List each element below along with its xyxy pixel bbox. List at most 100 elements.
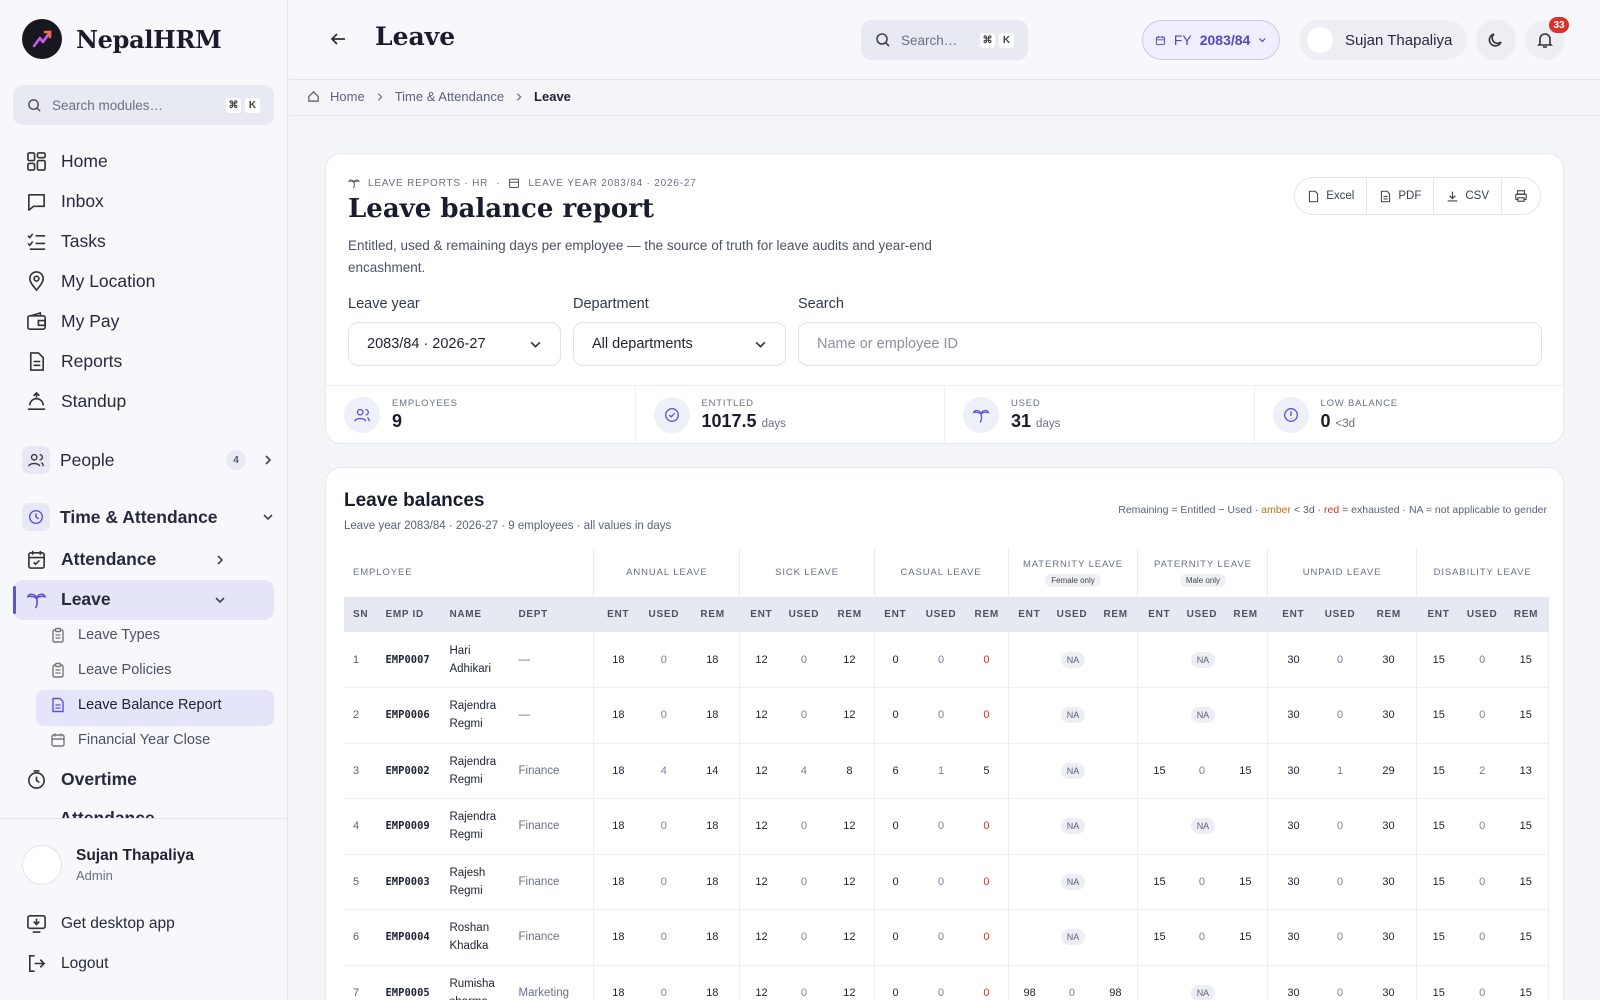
sidebar-item-inbox[interactable]: Inbox xyxy=(26,191,104,212)
cell-annual-used: 0 xyxy=(642,632,686,688)
cell-sick-rem: 12 xyxy=(825,632,875,688)
employee-search-input[interactable] xyxy=(798,322,1542,366)
back-arrow-icon[interactable] xyxy=(329,30,347,48)
table-row[interactable]: 3 EMP0002 Rajendra Regmi Finance 18 4 14 12 4 8 6 1… xyxy=(344,743,1550,799)
sidebar-group-label: Time & Attendance xyxy=(60,506,218,527)
cell-annual-ent: 18 xyxy=(593,854,643,910)
module-search[interactable]: Search modules… ⌘ K xyxy=(13,85,274,125)
cell-paternity-ent: 15 xyxy=(1137,854,1181,910)
table-row[interactable]: 2 EMP0006 Rajendra Regmi —18 0 18 12 0 12 0 0 0 NA NA… xyxy=(344,687,1550,744)
cell-sick-ent: 12 xyxy=(739,632,783,688)
users-icon xyxy=(344,397,380,433)
sidebar-item-label: Overtime xyxy=(61,769,137,789)
theme-toggle-button[interactable] xyxy=(1476,20,1516,60)
sidebar-item-label: Leave xyxy=(61,589,111,609)
sidebar-group-people[interactable]: People 4 xyxy=(22,446,274,474)
table-row[interactable]: 6 EMP0004 Roshan Khadka Finance 18 0 18 12 0 12 0 0… xyxy=(344,909,1550,966)
table-row[interactable]: 5 EMP0003 Rajesh Regmi Finance 18 0 18 12 0 12 0 0 0… xyxy=(344,854,1550,910)
sidebar-subitem-financial-year-close[interactable]: Financial Year Close xyxy=(50,732,210,748)
cell-annual-ent: 18 xyxy=(593,632,643,688)
group-sick-leave: SICK LEAVE xyxy=(739,548,875,597)
group-employee: EMPLOYEE xyxy=(344,548,595,597)
table-row[interactable]: 7EMP0005Rumisha sharmaMarketing180181201… xyxy=(344,965,1550,1000)
col-rem: REM xyxy=(1361,597,1417,632)
cell-disability-rem: 15 xyxy=(1503,798,1550,855)
cell-name: Rajendra Regmi xyxy=(440,798,510,855)
cell-annual-ent: 18 xyxy=(593,798,643,855)
cell-sick-rem: 12 xyxy=(825,798,875,855)
table-row[interactable]: 1 EMP0007 Hari Adhikari —18 0 18 12 0 12 0 0 0 NA NA 3… xyxy=(344,632,1550,688)
calendar-icon xyxy=(509,178,520,189)
sidebar-item-label: Standup xyxy=(61,391,127,411)
sidebar-item-attendance-settings[interactable]: Attendance Settings xyxy=(26,808,241,818)
group-label: PATERNITY LEAVE xyxy=(1154,558,1252,570)
get-desktop-app-link[interactable]: Get desktop app xyxy=(26,913,175,934)
sidebar-item-tasks[interactable]: Tasks xyxy=(26,231,106,252)
report-eyebrow: LEAVE REPORTS · HR · LEAVE YEAR 2083/84 … xyxy=(348,177,697,189)
breadcrumb: Home Time & Attendance Leave xyxy=(307,89,571,104)
cell-sick-used: 0 xyxy=(782,687,826,744)
cell-sick-ent: 12 xyxy=(739,687,783,744)
sidebar-subitem-leave-policies[interactable]: Leave Policies xyxy=(50,662,172,678)
sidebar-item-overtime[interactable]: Overtime xyxy=(26,769,137,790)
app-logo[interactable]: NepalHRM xyxy=(22,19,222,59)
sidebar-subitem-leave-balance-report[interactable]: Leave Balance Report xyxy=(50,697,222,713)
cell-sn: 5 xyxy=(344,854,377,910)
sidebar-item-attendance[interactable]: Attendance xyxy=(26,549,226,570)
print-button[interactable] xyxy=(1502,178,1540,214)
col-ent: ENT xyxy=(1137,597,1181,632)
sidebar-subitem-leave-types[interactable]: Leave Types xyxy=(50,627,160,643)
export-csv-button[interactable]: CSV xyxy=(1434,178,1502,214)
col-sn[interactable]: SN xyxy=(344,597,377,632)
cell-paternity-rem: 15 xyxy=(1223,743,1269,799)
group-maternity-leave: MATERNITY LEAVE Female only xyxy=(1008,548,1139,597)
breadcrumb-section[interactable]: Time & Attendance xyxy=(395,89,504,104)
group-header-row: EMPLOYEE ANNUAL LEAVE SICK LEAVE CASUAL … xyxy=(344,548,1549,597)
clipboard-icon xyxy=(52,662,64,678)
sidebar-item-home[interactable]: Home xyxy=(26,151,108,172)
cell-emp-id: EMP0004 xyxy=(376,909,441,966)
notifications-button[interactable]: 33 xyxy=(1525,17,1569,60)
message-icon xyxy=(28,194,45,211)
user-menu[interactable]: Sujan Thapaliya xyxy=(1299,20,1467,60)
report-icon xyxy=(52,697,64,713)
cell-emp-id: EMP0003 xyxy=(376,854,441,910)
cell-annual-used: 0 xyxy=(642,854,686,910)
legend-amber: amber xyxy=(1261,504,1292,516)
leave-year-select[interactable]: 2083/84 · 2026-27 xyxy=(348,322,561,366)
sidebar-item-my-pay[interactable]: My Pay xyxy=(26,311,119,332)
sidebar-item-my-location[interactable]: My Location xyxy=(26,271,155,292)
export-pdf-button[interactable]: PDF xyxy=(1367,178,1435,214)
cell-dept: Finance xyxy=(509,743,595,799)
cell-casual-used: 0 xyxy=(916,909,966,966)
cell-casual-ent: 0 xyxy=(874,854,917,910)
cell-paternity-na: NA xyxy=(1137,632,1269,688)
sidebar-item-leave[interactable]: Leave xyxy=(26,589,226,610)
cell-name: Rumisha sharma xyxy=(440,965,510,1000)
table-title: Leave balances xyxy=(344,490,485,511)
sidebar-item-reports[interactable]: Reports xyxy=(26,351,122,372)
sidebar-group-time-attendance[interactable]: Time & Attendance xyxy=(22,503,274,531)
col-emp-id[interactable]: EMP ID xyxy=(376,597,441,632)
global-search[interactable]: Search… ⌘ K xyxy=(861,20,1028,60)
avatar xyxy=(22,845,62,885)
na-badge: NA xyxy=(1060,707,1086,724)
logout-link[interactable]: Logout xyxy=(26,953,108,974)
table-row[interactable]: 4 EMP0009 Rajendra Regmi Finance 18 0 18 12 0 12 0… xyxy=(344,798,1550,855)
calendar-check-icon xyxy=(28,550,45,569)
cell-disability-used: 0 xyxy=(1460,854,1504,910)
col-name[interactable]: NAME xyxy=(440,597,510,632)
sidebar-item-label: Tasks xyxy=(61,231,106,251)
stat-low-balance: LOW BALANCE 0 <3d xyxy=(1255,386,1564,444)
cell-unpaid-used: 0 xyxy=(1318,687,1362,744)
department-select[interactable]: All departments xyxy=(573,322,786,366)
current-user-card[interactable]: Sujan Thapaliya Admin xyxy=(22,845,194,885)
sidebar-group-label: People xyxy=(60,449,115,470)
fiscal-year-selector[interactable]: FY 2083/84 xyxy=(1142,20,1280,60)
col-dept[interactable]: DEPT xyxy=(509,597,594,632)
sidebar-item-standup[interactable]: Standup xyxy=(26,391,126,412)
calendar-icon xyxy=(1155,35,1165,45)
export-excel-button[interactable]: Excel xyxy=(1295,178,1368,214)
cell-unpaid-ent: 30 xyxy=(1267,854,1319,910)
breadcrumb-home[interactable]: Home xyxy=(330,89,365,104)
